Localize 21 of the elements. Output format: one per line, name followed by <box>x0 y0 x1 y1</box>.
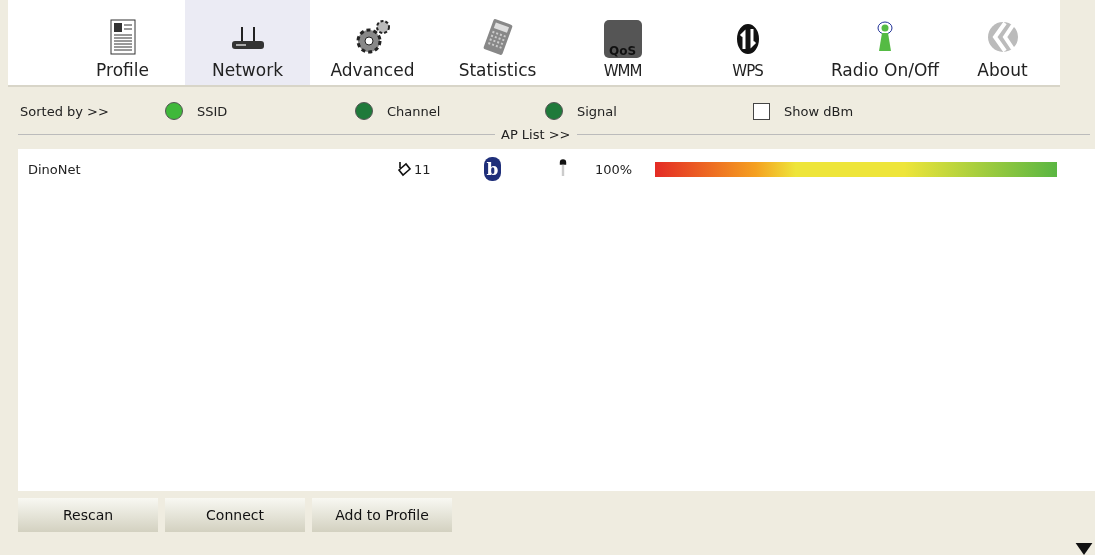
checkbox[interactable] <box>753 102 770 120</box>
list-title: AP List >> <box>501 126 571 142</box>
checkbox-label: Show dBm <box>784 103 854 119</box>
sort-label: Sorted by >> <box>20 103 110 119</box>
mode-badge: b <box>484 157 501 181</box>
action-button[interactable]: Connect <box>165 498 305 532</box>
qos-icon: QoS <box>603 20 642 58</box>
radio-button[interactable] <box>545 102 563 120</box>
radio-button[interactable] <box>165 102 183 120</box>
toolbar-tab[interactable]: Network <box>185 0 310 85</box>
action-button[interactable]: Add to Profile <box>312 498 452 532</box>
action-button[interactable]: Rescan <box>18 498 158 532</box>
corner-triangle-icon <box>1073 543 1095 555</box>
channel-icon <box>396 161 412 177</box>
radio-label: SSID <box>197 103 228 119</box>
radio-button[interactable] <box>355 102 373 120</box>
signal-text: 100% <box>595 161 634 177</box>
radio-label: Signal <box>577 103 617 119</box>
ssid-text[interactable]: DinoNet <box>18 161 396 177</box>
radio-label: Channel <box>387 103 441 119</box>
channel-text: 11 <box>414 161 431 177</box>
